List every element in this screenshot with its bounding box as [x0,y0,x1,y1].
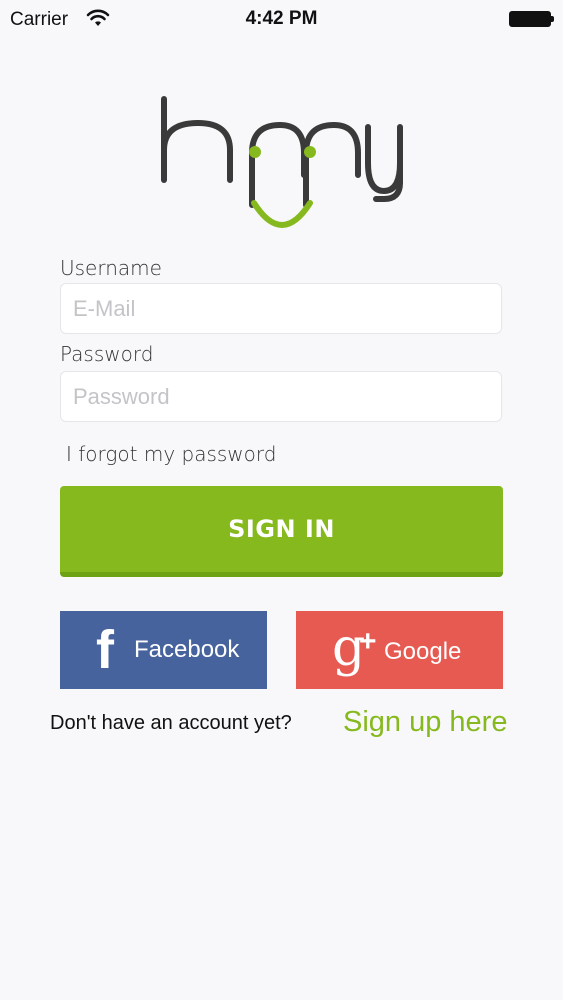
google-plus-sign: + [359,625,377,658]
no-account-prompt: Don't have an account yet? [50,712,292,734]
forgot-password-link[interactable]: I forgot my password [66,442,276,466]
username-input[interactable] [60,283,502,334]
password-input[interactable] [60,371,502,422]
google-button[interactable]: g + Google [296,611,503,689]
status-bar: Carrier 4:42 PM [0,0,563,40]
username-label: Username [60,256,162,280]
hppy-logo-icon [161,96,403,228]
facebook-button[interactable]: f Facebook [60,611,267,689]
clock: 4:42 PM [245,8,318,29]
sign-in-button[interactable]: SIGN IN [60,486,503,577]
google-label: Google [384,638,462,665]
facebook-icon: f [96,620,114,680]
battery-icon [509,11,555,27]
password-label: Password [60,342,154,366]
sign-up-link[interactable]: Sign up here [343,706,507,739]
facebook-label: Facebook [134,636,240,663]
